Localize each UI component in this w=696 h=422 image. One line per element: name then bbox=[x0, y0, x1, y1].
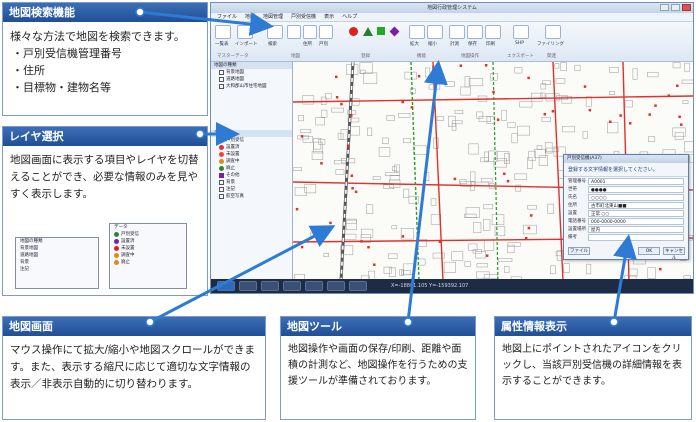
arrow-dot bbox=[135, 7, 145, 17]
arrow-map-screen bbox=[149, 225, 336, 324]
callout-arrows bbox=[135, 7, 637, 327]
arrow-dot bbox=[403, 317, 413, 327]
arrow-dot bbox=[609, 317, 619, 327]
arrow-dot bbox=[195, 129, 205, 139]
arrow-map-tools bbox=[406, 60, 448, 323]
arrow-search bbox=[139, 10, 274, 36]
arrow-attributes bbox=[612, 234, 637, 323]
arrow-dot bbox=[145, 317, 155, 327]
